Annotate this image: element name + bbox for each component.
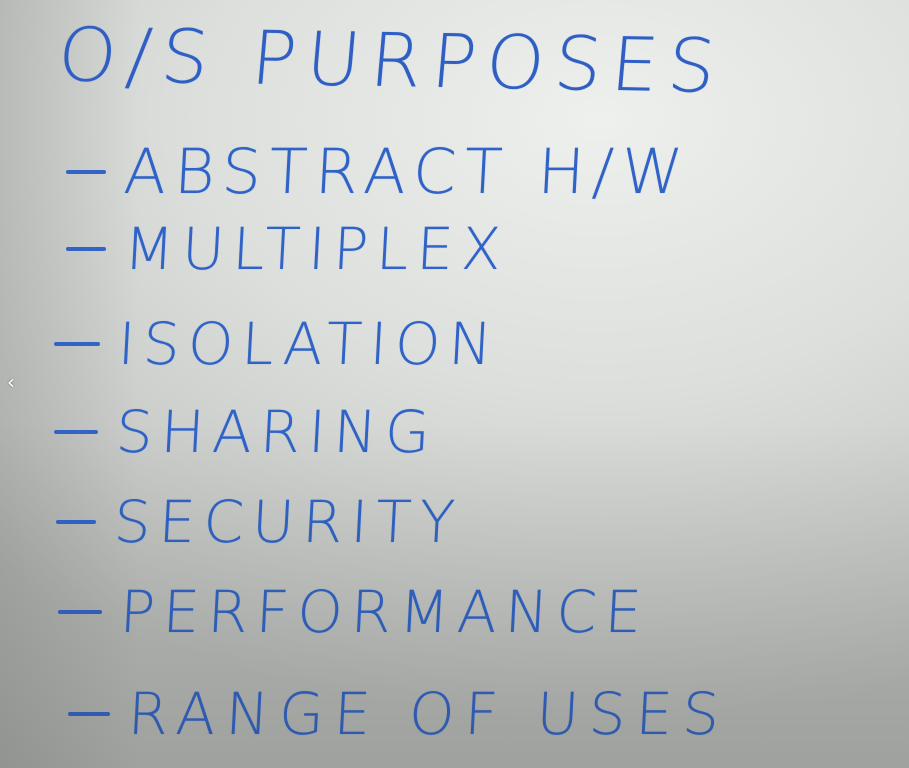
list-item-label: ABSTRACT H/W	[122, 135, 693, 208]
list-item: ISOLATION	[54, 310, 502, 378]
list-item-label: RANGE OF USES	[126, 680, 732, 748]
list-item: SECURITY	[56, 488, 465, 556]
list-item-label: SHARING	[114, 398, 440, 466]
list-item-label: SECURITY	[112, 488, 465, 556]
list-item: RANGE OF USES	[68, 680, 732, 748]
list-item-label: PERFORMANCE	[118, 578, 652, 646]
bullet-dash	[54, 342, 100, 346]
bullet-dash	[66, 169, 106, 174]
list-item: ABSTRACT H/W	[66, 135, 693, 208]
list-item: PERFORMANCE	[58, 578, 652, 646]
list-item-label: MULTIPLEX	[122, 215, 511, 283]
list-item: MULTIPLEX	[66, 215, 511, 283]
bullet-dash	[68, 712, 110, 716]
whiteboard-photo: O/S PURPOSES ABSTRACT H/W MULTIPLEX ISOL…	[0, 0, 909, 768]
list-item-label: ISOLATION	[116, 310, 502, 378]
bullet-dash	[56, 520, 96, 524]
chevron-left-icon[interactable]: ‹	[4, 370, 18, 394]
lighting-vignette	[0, 0, 140, 768]
list-item: SHARING	[54, 398, 440, 466]
bullet-dash	[58, 610, 102, 614]
bullet-dash	[66, 247, 106, 251]
lighting-shade	[0, 0, 909, 768]
bullet-dash	[54, 430, 98, 434]
board-heading: O/S PURPOSES	[54, 12, 729, 110]
